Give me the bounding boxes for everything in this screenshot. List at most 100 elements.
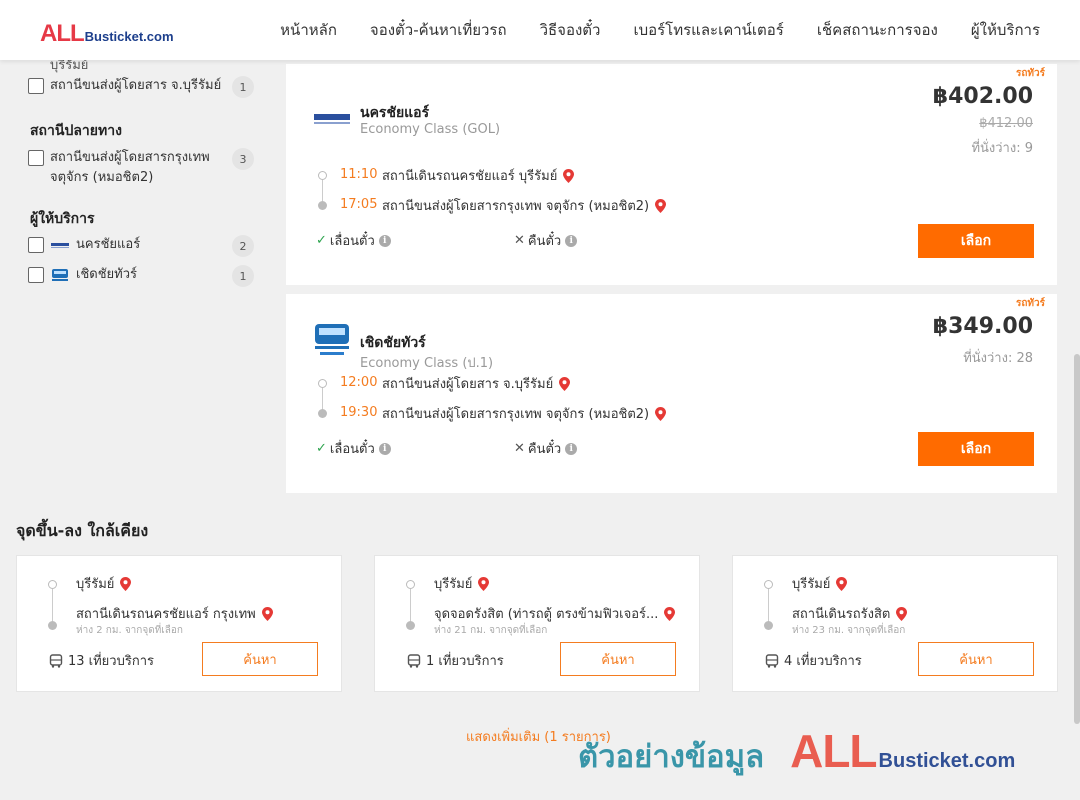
nearby-search-button[interactable]: ค้นหา	[202, 642, 318, 676]
nearby-from-label: บุรีรัมย์	[792, 577, 831, 592]
nearby-from: บุรีรัมย์	[76, 573, 132, 594]
map-pin-icon[interactable]	[655, 406, 667, 421]
nav-check-status[interactable]: เช็คสถานะการจอง	[817, 18, 938, 42]
nearby-card: บุรีรัมย์ สถานีเดินรถนครชัยแอร์ กรุงเทพ …	[16, 555, 342, 692]
filter-checkbox[interactable]	[28, 150, 44, 166]
show-more-link[interactable]: แสดงเพิ่มเติม (1 รายการ)	[466, 726, 611, 747]
nearby-section-title: จุดขึ้น-ลง ใกล้เคียง	[16, 521, 149, 540]
nearby-from-label: บุรีรัมย์	[76, 577, 115, 592]
select-trip-button[interactable]: เลือก	[918, 432, 1034, 466]
station-name: สถานีขนส่งผู้โดยสาร จ.บุรีรัมย์	[382, 377, 554, 392]
nav-contact[interactable]: เบอร์โทรและเคาน์เตอร์	[633, 18, 783, 42]
timeline-end-dot	[318, 201, 327, 210]
nearby-services: 13 เที่ยวบริการ	[49, 650, 154, 671]
filter-label: สถานีขนส่งผู้โดยสารกรุงเทพ จตุจักร (หมอช…	[50, 150, 210, 185]
operator-name: เชิดชัยทัวร์	[360, 335, 426, 351]
feature-reschedule: ✓ เลื่อนตั๋ว i	[316, 230, 391, 251]
timeline-line	[410, 589, 411, 622]
nearby-search-button[interactable]: ค้นหา	[918, 642, 1034, 676]
watermark-logo-all: ALL	[790, 725, 877, 777]
operator-filter-title: ผู้ให้บริการ	[30, 211, 95, 227]
main-nav: หน้าหลัก จองตั๋ว-ค้นหาเที่ยวรถ วิธีจองตั…	[247, 0, 1040, 60]
filter-operator-item[interactable]: นครชัยแอร์ 2	[28, 235, 254, 257]
cross-icon: ✕	[514, 233, 525, 248]
watermark-logo-busticket: Busticket.com	[878, 750, 1016, 772]
depart-station: สถานีขนส่งผู้โดยสาร จ.บุรีรัมย์	[382, 373, 571, 394]
map-pin-icon[interactable]	[896, 606, 908, 621]
map-pin-icon[interactable]	[559, 376, 571, 391]
watermark: ตัวอย่างข้อมูล ALL Busticket.com	[578, 724, 1015, 784]
cross-icon: ✕	[514, 441, 525, 456]
nav-how-to-book[interactable]: วิธีจองตั๋ว	[540, 18, 601, 42]
arrive-time: 17:05	[340, 197, 378, 212]
nav-operators[interactable]: ผู้ให้บริการ	[971, 18, 1040, 42]
nearby-services-label: 4 เที่ยวบริการ	[784, 654, 862, 669]
filter-label: นครชัยแอร์	[76, 237, 141, 252]
nearby-services-label: 1 เที่ยวบริการ	[426, 654, 504, 669]
map-pin-icon[interactable]	[261, 606, 273, 621]
filter-checkbox[interactable]	[28, 237, 44, 253]
map-pin-icon[interactable]	[563, 168, 575, 183]
bus-type-tag: รถทัวร์	[1015, 298, 1045, 309]
timeline-end-dot	[318, 409, 327, 418]
info-icon[interactable]: i	[565, 234, 578, 247]
nearby-services: 1 เที่ยวบริการ	[407, 650, 504, 671]
nav-home[interactable]: หน้าหลัก	[280, 18, 337, 42]
filter-count: 2	[232, 235, 254, 257]
nav-book-ticket[interactable]: จองตั๋ว-ค้นหาเที่ยวรถ	[370, 18, 507, 42]
bus-class: Economy Class (ป.1)	[360, 356, 494, 371]
map-pin-icon[interactable]	[120, 576, 132, 591]
map-pin-icon[interactable]	[836, 576, 848, 591]
nakhonchai-logo-icon	[314, 114, 350, 124]
nearby-card: บุรีรัมย์ จุดจอดรังสิต (ท่ารถตู้ ตรงข้าม…	[374, 555, 700, 692]
trip-card: รถทัวร์ เชิดชัยทัวร์ Economy Class (ป.1)…	[286, 294, 1057, 493]
trip-price: ฿402.00	[932, 84, 1033, 109]
site-logo[interactable]: ALL Busticket.com	[40, 20, 174, 47]
nearby-to: สถานีเดินรถรังสิต	[792, 603, 908, 624]
timeline-end-dot	[48, 621, 57, 630]
feature-label: คืนตั๋ว	[527, 442, 562, 457]
map-pin-icon[interactable]	[664, 606, 676, 621]
select-trip-button[interactable]: เลือก	[918, 224, 1034, 258]
feature-label: คืนตั๋ว	[527, 234, 562, 249]
map-pin-icon[interactable]	[655, 198, 667, 213]
nearby-search-button[interactable]: ค้นหา	[560, 642, 676, 676]
timeline-line	[768, 589, 769, 622]
nearby-distance: ห่าง 23 กม. จากจุดที่เลือก	[792, 625, 906, 636]
info-icon[interactable]: i	[565, 442, 578, 455]
page-scrollbar[interactable]	[1074, 354, 1080, 724]
info-icon[interactable]: i	[378, 234, 391, 247]
nearby-to-label: สถานีเดินรถรังสิต	[792, 607, 891, 622]
seats-available: ที่นั่งว่าง: 28	[963, 351, 1033, 366]
bus-class: Economy Class (GOL)	[360, 122, 501, 137]
bus-icon	[765, 653, 779, 668]
timeline-start-dot	[764, 580, 773, 589]
filter-checkbox[interactable]	[28, 267, 44, 283]
destination-filter-title: สถานีปลายทาง	[30, 123, 122, 139]
filter-checkbox[interactable]	[28, 78, 44, 94]
filter-sidebar: บุรีรัมย์ สถานีขนส่งผู้โดยสาร จ.บุรีรัมย…	[0, 58, 270, 500]
info-icon[interactable]: i	[378, 442, 391, 455]
top-header: ALL Busticket.com หน้าหลัก จองตั๋ว-ค้นหา…	[0, 0, 1080, 60]
depart-time: 12:00	[340, 375, 378, 390]
trip-card: รถทัวร์ นครชัยแอร์ Economy Class (GOL) ฿…	[286, 64, 1057, 285]
filter-destination-item[interactable]: สถานีขนส่งผู้โดยสารกรุงเทพ จตุจักร (หมอช…	[28, 148, 254, 188]
feature-refund: ✕ คืนตั๋ว i	[514, 230, 578, 251]
map-pin-icon[interactable]	[478, 576, 490, 591]
filter-origin-item[interactable]: สถานีขนส่งผู้โดยสาร จ.บุรีรัมย์ 1	[28, 76, 254, 98]
feature-label: เลื่อนตั๋ว	[329, 442, 375, 457]
original-price: ฿412.00	[979, 116, 1033, 131]
filter-operator-item[interactable]: เชิดชัยทัวร์ 1	[28, 265, 254, 287]
nearby-distance: ห่าง 21 กม. จากจุดที่เลือก	[434, 625, 548, 636]
timeline-end-dot	[406, 621, 415, 630]
nearby-card: บุรีรัมย์ สถานีเดินรถรังสิต ห่าง 23 กม. …	[732, 555, 1058, 692]
filter-label: สถานีขนส่งผู้โดยสาร จ.บุรีรัมย์	[50, 78, 222, 93]
nearby-to-label: จุดจอดรังสิต (ท่ารถตู้ ตรงข้ามฟิวเจอร์..…	[434, 607, 659, 622]
timeline-start-dot	[406, 580, 415, 589]
filter-count: 3	[232, 148, 254, 170]
seats-available: ที่นั่งว่าง: 9	[971, 141, 1033, 156]
nearby-distance: ห่าง 2 กม. จากจุดที่เลือก	[76, 625, 183, 636]
filter-count: 1	[232, 265, 254, 287]
operator-name: นครชัยแอร์	[360, 105, 430, 121]
check-icon: ✓	[316, 233, 327, 248]
